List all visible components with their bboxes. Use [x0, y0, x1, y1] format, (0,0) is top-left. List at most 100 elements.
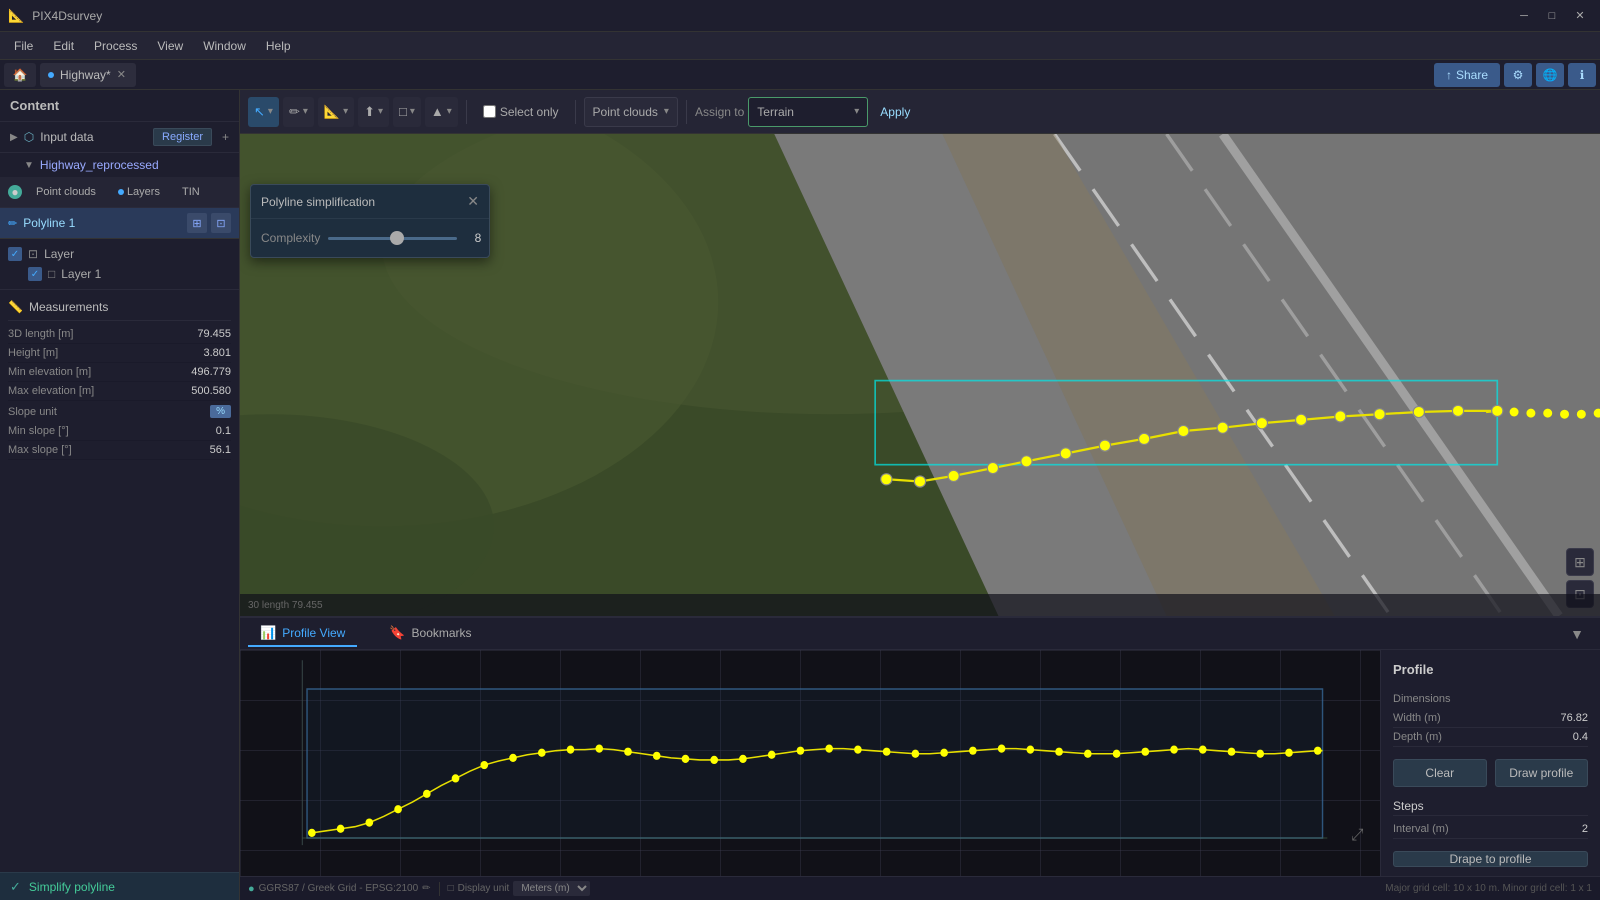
interval-label: Interval (m)	[1393, 823, 1449, 835]
simplify-label[interactable]: Simplify polyline	[29, 880, 115, 894]
toolbar-separator-2	[575, 100, 576, 124]
chevron-down-icon: ▼	[24, 160, 34, 171]
width-label: Width (m)	[1393, 712, 1441, 724]
clear-button[interactable]: Clear	[1393, 759, 1487, 787]
share-label: Share	[1456, 68, 1488, 82]
edit-crs-icon[interactable]: ✏	[422, 883, 430, 894]
point-clouds-dropdown-icon: ▾	[664, 106, 669, 117]
draw-tool-button[interactable]: ✏ ▾	[283, 97, 314, 127]
steps-title: Steps	[1393, 799, 1588, 816]
apply-button[interactable]: Apply	[872, 97, 918, 127]
input-data-row[interactable]: ▶ ⬡ Input data Register +	[0, 122, 239, 153]
complexity-slider[interactable]	[328, 237, 457, 240]
bottom-content: ⤢ Profile Dimensions Width (m) 76.82	[240, 650, 1600, 876]
polyline-action-1[interactable]: ⊞	[187, 213, 207, 233]
menu-view[interactable]: View	[147, 35, 193, 57]
tab-dot	[48, 72, 54, 78]
max-slope-value: 56.1	[210, 444, 231, 456]
menu-file[interactable]: File	[4, 35, 43, 57]
maximize-button[interactable]: □	[1540, 6, 1564, 26]
display-unit-dropdown[interactable]: Meters (m) Feet (ft)	[513, 881, 590, 896]
side-button-1[interactable]: ⊞	[1566, 548, 1594, 576]
menu-help[interactable]: Help	[256, 35, 301, 57]
point-clouds-dropdown[interactable]: Point clouds ▾	[584, 97, 678, 127]
highway-reprocessed-row[interactable]: ▼ Highway_reprocessed	[0, 153, 239, 177]
select-only-checkbox[interactable]	[483, 105, 496, 118]
height-value: 3.801	[203, 347, 231, 359]
viewport[interactable]: Polyline simplification ✕ Complexity 8 ⊞…	[240, 134, 1600, 616]
tab-share-area: ↑ Share ⚙ 🌐 ℹ	[1434, 63, 1596, 87]
dialog-body: Complexity 8	[251, 219, 489, 257]
profile-view-icon: 📊	[260, 625, 276, 641]
chevron-right-icon: ▶	[10, 132, 18, 143]
info-button[interactable]: ℹ	[1568, 63, 1596, 87]
menu-process[interactable]: Process	[84, 35, 147, 57]
max-elev-value: 500.580	[191, 385, 231, 397]
point-clouds-label: Point clouds	[36, 186, 96, 198]
bookmarks-tab[interactable]: 🔖 Bookmarks	[377, 621, 483, 647]
profile-view-tab[interactable]: 📊 Profile View	[248, 621, 357, 647]
content-header: Content	[0, 90, 239, 122]
dialog-close-button[interactable]: ✕	[467, 193, 479, 210]
toolbar: ↖ ▾ ✏ ▾ 📐 ▾ ⬆ ▾ □ ▾ ▲ ▾	[240, 90, 1600, 134]
highway-tab[interactable]: Highway* ✕	[40, 63, 136, 87]
polyline-action-2[interactable]: ⊡	[211, 213, 231, 233]
steps-section: Steps Interval (m) 2	[1393, 795, 1588, 839]
app-title: PIX4Dsurvey	[32, 9, 102, 23]
display-unit-icon: □	[448, 883, 454, 894]
menu-window[interactable]: Window	[193, 35, 256, 57]
collapse-button[interactable]: ▼	[1562, 622, 1592, 646]
polyline-icon: ✏	[8, 217, 17, 230]
polyline-row[interactable]: ✏ Polyline 1 ⊞ ⊡	[0, 208, 239, 239]
layer-group-label: Layer	[44, 247, 74, 261]
toolbar-separator-1	[466, 100, 467, 124]
slope-unit-badge[interactable]: %	[210, 405, 231, 418]
share-icon: ↑	[1446, 68, 1452, 82]
close-button[interactable]: ✕	[1568, 6, 1592, 26]
settings-button[interactable]: ⚙	[1504, 63, 1532, 87]
terrain-tool-button[interactable]: ▲ ▾	[425, 97, 458, 127]
add-icon[interactable]: +	[222, 130, 229, 144]
bookmarks-label: Bookmarks	[412, 626, 472, 640]
layer1-row[interactable]: ✓ □ Layer 1	[8, 264, 231, 284]
cursor-tool-button[interactable]: ↖ ▾	[248, 97, 279, 127]
point-clouds-toggle[interactable]: ●	[8, 185, 22, 199]
main-layout: Content ▶ ⬡ Input data Register + ▼ High…	[0, 90, 1600, 900]
terrain-dropdown[interactable]: Terrain ▾	[748, 97, 868, 127]
depth-value: 0.4	[1573, 731, 1588, 743]
profile-btn-row: Clear Draw profile	[1393, 759, 1588, 787]
minimize-button[interactable]: ─	[1512, 6, 1536, 26]
3d-length-label: 3D length [m]	[8, 328, 197, 340]
depth-label: Depth (m)	[1393, 731, 1442, 743]
min-elev-label: Min elevation [m]	[8, 366, 191, 378]
point-clouds-dropdown-label: Point clouds	[593, 105, 658, 119]
tin-tab[interactable]: TIN	[174, 183, 208, 201]
crs-info[interactable]: ● GGRS87 / Greek Grid - EPSG:2100 ✏	[248, 883, 431, 895]
height-label: Height [m]	[8, 347, 203, 359]
layer1-check-icon[interactable]: ✓	[28, 267, 42, 281]
sidebar: Content ▶ ⬡ Input data Register + ▼ High…	[0, 90, 240, 900]
width-row: Width (m) 76.82	[1393, 709, 1588, 728]
share-button[interactable]: ↑ Share	[1434, 63, 1500, 87]
profile-chart[interactable]: ⤢	[240, 650, 1380, 876]
layers-tab[interactable]: Layers	[110, 183, 168, 201]
menu-edit[interactable]: Edit	[43, 35, 84, 57]
import-tool-button[interactable]: ⬆ ▾	[358, 97, 389, 127]
globe-button[interactable]: 🌐	[1536, 63, 1564, 87]
home-button[interactable]: 🏠	[4, 63, 36, 87]
tab-close-icon[interactable]: ✕	[117, 68, 126, 81]
draw-profile-button[interactable]: Draw profile	[1495, 759, 1589, 787]
select-only-label: Select only	[500, 105, 559, 119]
point-clouds-tab[interactable]: Point clouds	[28, 183, 104, 201]
draw-icon: ✏	[289, 104, 300, 120]
layer-check-icon[interactable]: ✓	[8, 247, 22, 261]
cursor-icon: ↖	[254, 104, 265, 120]
shape-icon: □	[399, 104, 407, 119]
layers-dot	[118, 189, 124, 195]
drape-to-profile-button[interactable]: Drape to profile	[1393, 851, 1588, 867]
shape-tool-button[interactable]: □ ▾	[393, 97, 421, 127]
select-only-checkbox-label: Select only	[475, 105, 567, 119]
register-button[interactable]: Register	[153, 128, 212, 146]
layer-group-row[interactable]: ✓ ⊡ Layer	[8, 244, 231, 264]
measure-tool-button[interactable]: 📐 ▾	[318, 97, 354, 127]
